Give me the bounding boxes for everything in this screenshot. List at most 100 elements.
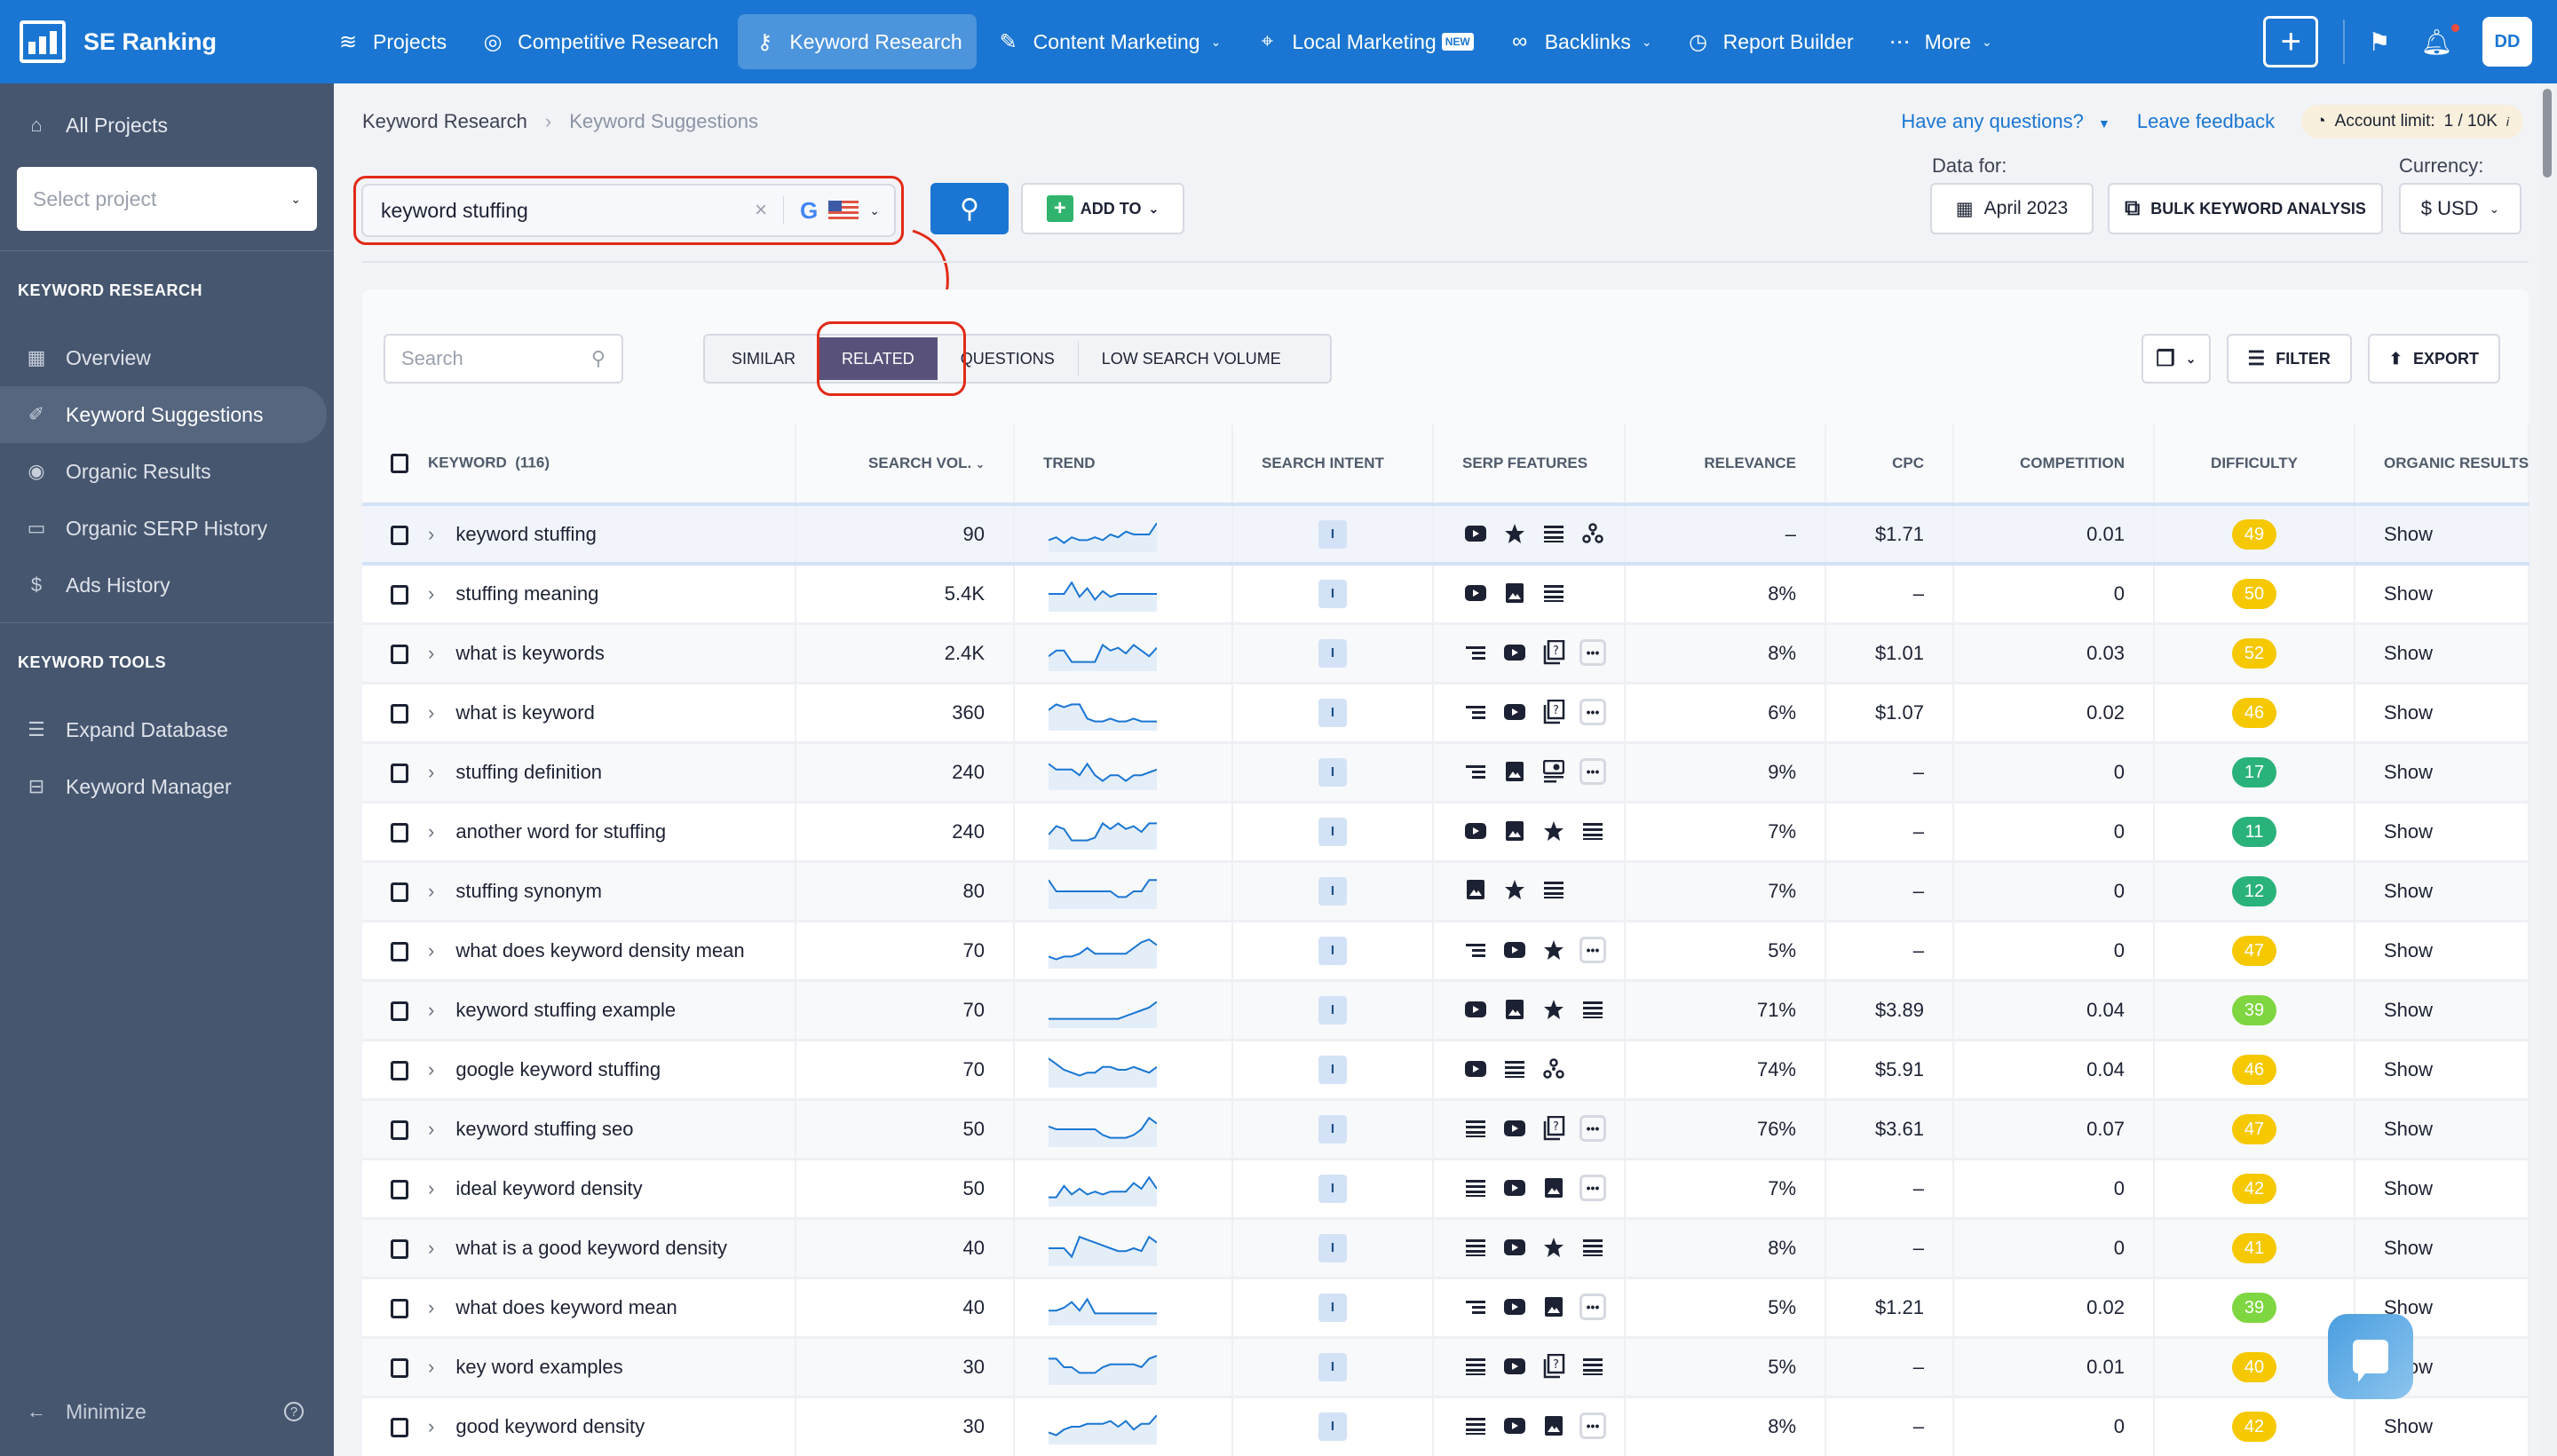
help-icon[interactable]: ?: [284, 1402, 304, 1421]
date-picker[interactable]: ▦ April 2023: [1930, 183, 2094, 234]
row-checkbox[interactable]: [391, 1179, 408, 1199]
related-searches-icon[interactable]: [1579, 520, 1606, 547]
expand-row-icon[interactable]: ›: [428, 1177, 434, 1200]
logo[interactable]: SE Ranking: [20, 20, 321, 63]
search-button[interactable]: ⚲: [930, 183, 1009, 234]
account-limit-badge[interactable]: ◔ Account limit: 1 / 10K i: [2301, 105, 2523, 138]
video-icon[interactable]: [1501, 1294, 1528, 1320]
nav-item-report-builder[interactable]: ◷ Report Builder: [1672, 14, 1868, 69]
tab-similar[interactable]: SIMILAR: [709, 337, 819, 380]
expand-row-icon[interactable]: ›: [428, 820, 434, 843]
image-icon[interactable]: [1462, 876, 1489, 903]
clear-icon[interactable]: ×: [755, 198, 767, 223]
video-icon[interactable]: [1462, 580, 1489, 606]
table-row[interactable]: › stuffing synonym 80 I 7% –0 12 Show: [362, 859, 2529, 921]
list-icon[interactable]: [1540, 876, 1567, 903]
more-features-button[interactable]: •••: [1579, 1174, 1606, 1201]
show-organic-results-link[interactable]: Show: [2384, 1415, 2433, 1437]
select-all-checkbox[interactable]: [391, 454, 408, 473]
table-row[interactable]: › what does keyword mean 40 I ••• 5% $1.21 0.02…: [362, 1276, 2529, 1337]
list-icon[interactable]: [1579, 1234, 1606, 1261]
show-organic-results-link[interactable]: Show: [2384, 1058, 2433, 1080]
expand-row-icon[interactable]: ›: [428, 1118, 434, 1141]
keyword-text[interactable]: another word for stuffing: [455, 820, 666, 843]
row-checkbox[interactable]: [391, 1001, 408, 1021]
chat-button[interactable]: [2328, 1314, 2413, 1399]
video-icon[interactable]: [1501, 1353, 1528, 1380]
show-organic-results-link[interactable]: Show: [2384, 939, 2433, 961]
nav-item-content-marketing[interactable]: ✎ Content Marketing ⌄: [982, 14, 1236, 69]
people-also-ask-icon[interactable]: ?: [1540, 1353, 1567, 1380]
sidebar-item-organic-serp-history[interactable]: ▭ Organic SERP History: [0, 500, 334, 557]
keyword-text[interactable]: keyword stuffing: [455, 523, 597, 545]
more-features-button[interactable]: •••: [1579, 638, 1606, 666]
more-features-button[interactable]: •••: [1579, 936, 1606, 963]
expand-row-icon[interactable]: ›: [428, 939, 434, 962]
expand-row-icon[interactable]: ›: [428, 1058, 434, 1081]
table-row[interactable]: › stuffing definition 240 I ••• 9% –0 17 Show: [362, 740, 2529, 802]
show-organic-results-link[interactable]: Show: [2384, 1177, 2433, 1199]
featured-snippet-icon[interactable]: [1462, 639, 1489, 666]
expand-row-icon[interactable]: ›: [428, 1356, 434, 1379]
row-checkbox[interactable]: [391, 584, 408, 605]
star-icon[interactable]: [1540, 818, 1567, 844]
star-icon[interactable]: [1540, 1234, 1567, 1261]
list-icon[interactable]: [1462, 1234, 1489, 1261]
image-icon[interactable]: [1501, 758, 1528, 785]
flag-icon[interactable]: ⚑: [2368, 28, 2390, 57]
more-features-button[interactable]: •••: [1579, 1114, 1606, 1142]
keyword-text[interactable]: stuffing meaning: [455, 582, 598, 605]
list-icon[interactable]: [1462, 1353, 1489, 1380]
people-also-ask-icon[interactable]: ?: [1540, 699, 1567, 725]
video-icon[interactable]: [1501, 639, 1528, 666]
tab-low-search-volume[interactable]: LOW SEARCH VOLUME: [1079, 337, 1304, 380]
image-icon[interactable]: [1540, 1412, 1567, 1439]
table-row[interactable]: › another word for stuffing 240 I 7% –0 11 Show: [362, 800, 2529, 861]
bulk-keyword-analysis-button[interactable]: ⧉ BULK KEYWORD ANALYSIS: [2108, 183, 2383, 234]
leave-feedback-link[interactable]: Leave feedback: [2137, 110, 2275, 133]
star-icon[interactable]: [1540, 937, 1567, 963]
star-icon[interactable]: [1501, 520, 1528, 547]
keyword-text[interactable]: stuffing synonym: [455, 880, 602, 902]
more-features-button[interactable]: •••: [1579, 757, 1606, 785]
expand-row-icon[interactable]: ›: [428, 523, 434, 546]
show-organic-results-link[interactable]: Show: [2384, 820, 2433, 843]
page-scrollbar[interactable]: [2539, 83, 2557, 1456]
scrollbar-thumb[interactable]: [2543, 89, 2552, 178]
row-checkbox[interactable]: [391, 1357, 408, 1378]
video-icon[interactable]: [1501, 937, 1528, 963]
sidebar-item-keyword-suggestions[interactable]: ✐ Keyword Suggestions: [0, 386, 327, 443]
show-organic-results-link[interactable]: Show: [2384, 761, 2433, 783]
keyword-text[interactable]: what does keyword mean: [455, 1296, 677, 1318]
row-checkbox[interactable]: [391, 941, 408, 961]
column-relevance[interactable]: RELEVANCE: [1625, 424, 1826, 506]
image-icon[interactable]: [1540, 1175, 1567, 1201]
table-row[interactable]: › keyword stuffing example 70 I 71% $3.89 0.04…: [362, 978, 2529, 1040]
add-to-button[interactable]: + ADD TO ⌄: [1021, 183, 1184, 234]
people-also-ask-icon[interactable]: ?: [1540, 1115, 1567, 1142]
sidebar-item-keyword-manager[interactable]: ⊟ Keyword Manager: [0, 758, 334, 815]
star-icon[interactable]: [1540, 996, 1567, 1023]
row-checkbox[interactable]: [391, 1418, 408, 1438]
breadcrumb-keyword-research[interactable]: Keyword Research: [362, 110, 527, 133]
table-row[interactable]: › stuffing meaning 5.4K I 8% –0 50 Show: [362, 562, 2529, 623]
keyword-text[interactable]: keyword stuffing example: [455, 999, 676, 1021]
image-icon[interactable]: [1501, 818, 1528, 844]
expand-row-icon[interactable]: ›: [428, 1237, 434, 1260]
nav-item-projects[interactable]: ≋ Projects: [321, 14, 461, 69]
us-flag-icon[interactable]: [828, 201, 859, 220]
column-cpc[interactable]: CPC: [1825, 424, 1954, 506]
export-button[interactable]: ⬆ EXPORT: [2367, 334, 2500, 384]
keyword-text[interactable]: what is keyword: [455, 701, 595, 724]
keyword-text[interactable]: google keyword stuffing: [455, 1058, 661, 1080]
video-icon[interactable]: [1462, 818, 1489, 844]
image-icon[interactable]: [1501, 996, 1528, 1023]
sidebar-item-expand-database[interactable]: ☰ Expand Database: [0, 701, 334, 758]
more-features-button[interactable]: •••: [1579, 698, 1606, 725]
show-organic-results-link[interactable]: Show: [2384, 582, 2433, 605]
project-select[interactable]: Select project ⌄: [17, 167, 317, 231]
row-checkbox[interactable]: [391, 882, 408, 902]
copy-button[interactable]: ❐ ⌄: [2141, 334, 2211, 384]
row-checkbox[interactable]: [391, 703, 408, 724]
column-competition[interactable]: COMPETITION: [1953, 424, 2155, 506]
